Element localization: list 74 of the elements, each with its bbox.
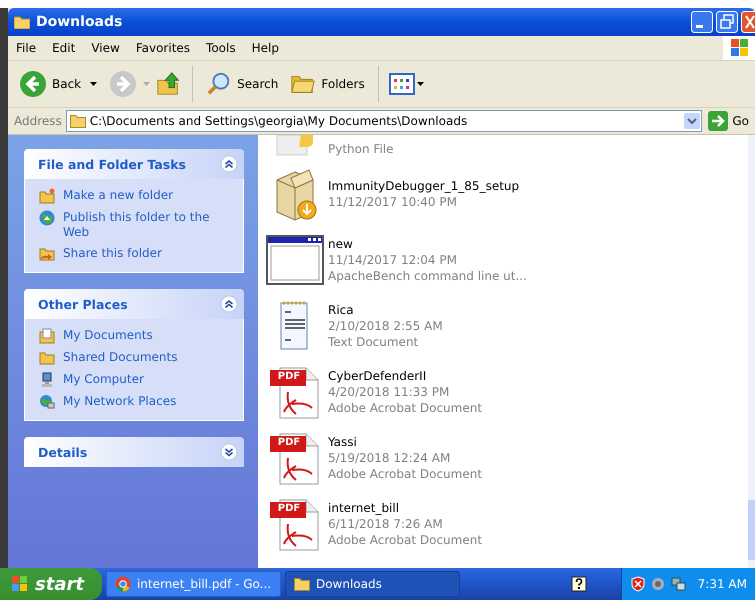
taskbar-button[interactable]: Downloads [284,571,460,597]
menu-item[interactable]: Edit [44,41,84,55]
file-name[interactable]: ImmunityDebugger_1_85_setup [328,178,520,194]
file-name[interactable]: internet_bill [328,500,482,516]
file-type: Python File [328,141,394,157]
task-link[interactable]: Shared Documents [63,350,178,365]
file-date: 11/14/2017 12:04 PM [328,252,458,268]
folder-icon [70,114,86,128]
back-button[interactable]: Back [16,68,84,100]
menu-item[interactable]: View [83,41,128,55]
file-date: 6/11/2018 7:26 AM [328,516,444,532]
clock: 7:31 AM [698,577,747,591]
task-link[interactable]: Share this folder [63,246,162,261]
file-date: 5/19/2018 12:24 AM [328,450,452,466]
start-button[interactable]: start [0,568,102,600]
dropdown-caret-icon[interactable] [90,82,98,86]
panel-header[interactable]: Details [24,437,244,467]
folders-button[interactable]: Folders [287,69,368,99]
task-link[interactable]: Make a new folder [63,188,174,203]
menu-item[interactable]: File [8,41,44,55]
shield-icon[interactable] [630,576,646,592]
folder-icon [39,350,55,366]
new-folder-icon [39,188,55,204]
task-link[interactable]: My Computer [63,372,144,387]
close-button[interactable] [741,11,755,33]
taskbar-button[interactable]: internet_bill.pdf - Go... [106,571,281,597]
file-type: Adobe Acrobat Document [328,466,482,482]
folder-icon [294,577,310,591]
address-label: Address [14,114,62,128]
collapse-chevron-icon[interactable] [220,155,238,173]
file-type: Text Document [328,334,420,350]
shared-folder-icon [39,246,55,262]
panel-header[interactable]: File and Folder Tasks [24,149,244,179]
window-title: Downloads [36,14,122,30]
documents-folder-icon [39,328,55,344]
network-icon [39,394,55,410]
file-date: 4/20/2018 11:33 PM [328,384,450,400]
views-icon[interactable] [388,73,425,95]
menu-item[interactable]: Tools [198,41,244,55]
restore-button[interactable] [716,11,738,33]
menu-item[interactable]: Help [244,41,287,55]
network-icon[interactable] [670,576,686,592]
browser-icon [114,576,131,592]
address-field[interactable]: C:\Documents and Settings\georgia\My Documents\Downloads [66,110,702,132]
search-button[interactable]: Search [203,69,282,99]
dropdown-caret-icon[interactable] [684,113,700,129]
file-name[interactable]: new [328,236,527,252]
collapse-chevron-icon[interactable] [220,295,238,313]
windows-logo-icon [10,574,30,594]
minimize-button[interactable] [691,11,713,33]
go-button[interactable]: Go [706,111,755,131]
scrollbar-thumb[interactable] [748,500,755,560]
folder-icon [14,15,30,29]
file-date: 11/12/2017 10:40 PM [328,194,458,210]
computer-icon [39,372,55,388]
task-link[interactable]: Publish this folder to the Web [63,210,235,240]
scrollbar[interactable] [748,135,755,568]
help-icon[interactable] [570,576,587,592]
globe-icon [39,210,55,226]
task-link[interactable]: My Documents [63,328,153,343]
expand-chevron-icon[interactable] [220,443,238,461]
file-name[interactable]: Yassi [328,434,482,450]
file-type: ApacheBench command line ut... [328,268,527,284]
file-type: Adobe Acrobat Document [328,400,482,416]
file-date: 2/10/2018 2:55 AM [328,318,443,334]
up-folder-icon[interactable] [156,71,182,97]
file-type: Adobe Acrobat Document [328,532,482,548]
file-name[interactable]: Rica [328,302,443,318]
menu-item[interactable]: Favorites [128,41,198,55]
file-name[interactable]: CyberDefenderII [328,368,482,384]
application-window-icon [266,235,324,285]
task-link[interactable]: My Network Places [63,394,176,409]
panel-header[interactable]: Other Places [24,289,244,319]
windows-logo-icon [723,36,755,60]
